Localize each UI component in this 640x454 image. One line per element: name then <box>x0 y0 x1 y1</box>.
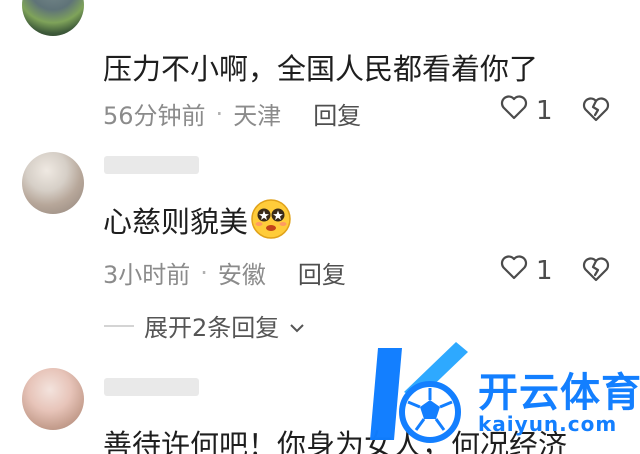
broken-heart-icon <box>582 257 610 286</box>
heart-outline-icon <box>500 254 528 287</box>
user-avatar[interactable] <box>22 152 84 214</box>
comment-text-content: 心慈则貌美 <box>103 205 249 239</box>
user-avatar[interactable] <box>22 0 84 36</box>
like-button[interactable]: 1 <box>500 94 553 127</box>
watermark-url: kaiyun.com <box>478 412 618 436</box>
expand-replies-label: 展开2条回复 <box>144 314 280 342</box>
blurred-username <box>104 378 199 396</box>
starry-eyes-emoji-icon <box>250 198 292 247</box>
comment-text: 压力不小啊，全国人民都看着你了 <box>103 52 539 86</box>
comment-feed: 压力不小啊，全国人民都看着你了 56分钟前 · 天津 回复 1 心慈则貌美 3小… <box>0 0 640 454</box>
separator-dot: · <box>215 99 224 128</box>
blurred-username <box>104 156 199 174</box>
site-watermark: 开云体育 kaiyun.com <box>360 330 640 454</box>
chevron-down-icon <box>289 312 305 340</box>
soccer-ball-logo-icon <box>370 342 468 443</box>
separator-dot: · <box>200 258 208 287</box>
user-avatar[interactable] <box>22 368 84 430</box>
comment-meta: 3小时前 · 安徽 回复 <box>103 255 346 290</box>
like-count: 1 <box>536 95 553 126</box>
dislike-button[interactable] <box>582 256 610 286</box>
expand-replies-button[interactable]: 展开2条回复 <box>104 308 305 343</box>
comment-time: 3小时前 <box>103 261 191 289</box>
comment-location: 天津 <box>233 102 282 130</box>
dislike-button[interactable] <box>582 96 610 126</box>
comment-time: 56分钟前 <box>103 102 206 130</box>
heart-outline-icon <box>500 94 528 127</box>
comment-text: 心慈则貌美 <box>103 198 292 247</box>
broken-heart-icon <box>582 97 610 126</box>
comment-meta: 56分钟前 · 天津 回复 <box>103 96 361 131</box>
reply-button[interactable]: 回复 <box>313 96 361 131</box>
watermark-title: 开云体育 <box>478 370 640 416</box>
reply-button[interactable]: 回复 <box>298 255 346 290</box>
divider-line <box>104 324 134 327</box>
like-button[interactable]: 1 <box>500 254 553 287</box>
comment-location: 安徽 <box>217 261 266 289</box>
like-count: 1 <box>536 255 553 286</box>
